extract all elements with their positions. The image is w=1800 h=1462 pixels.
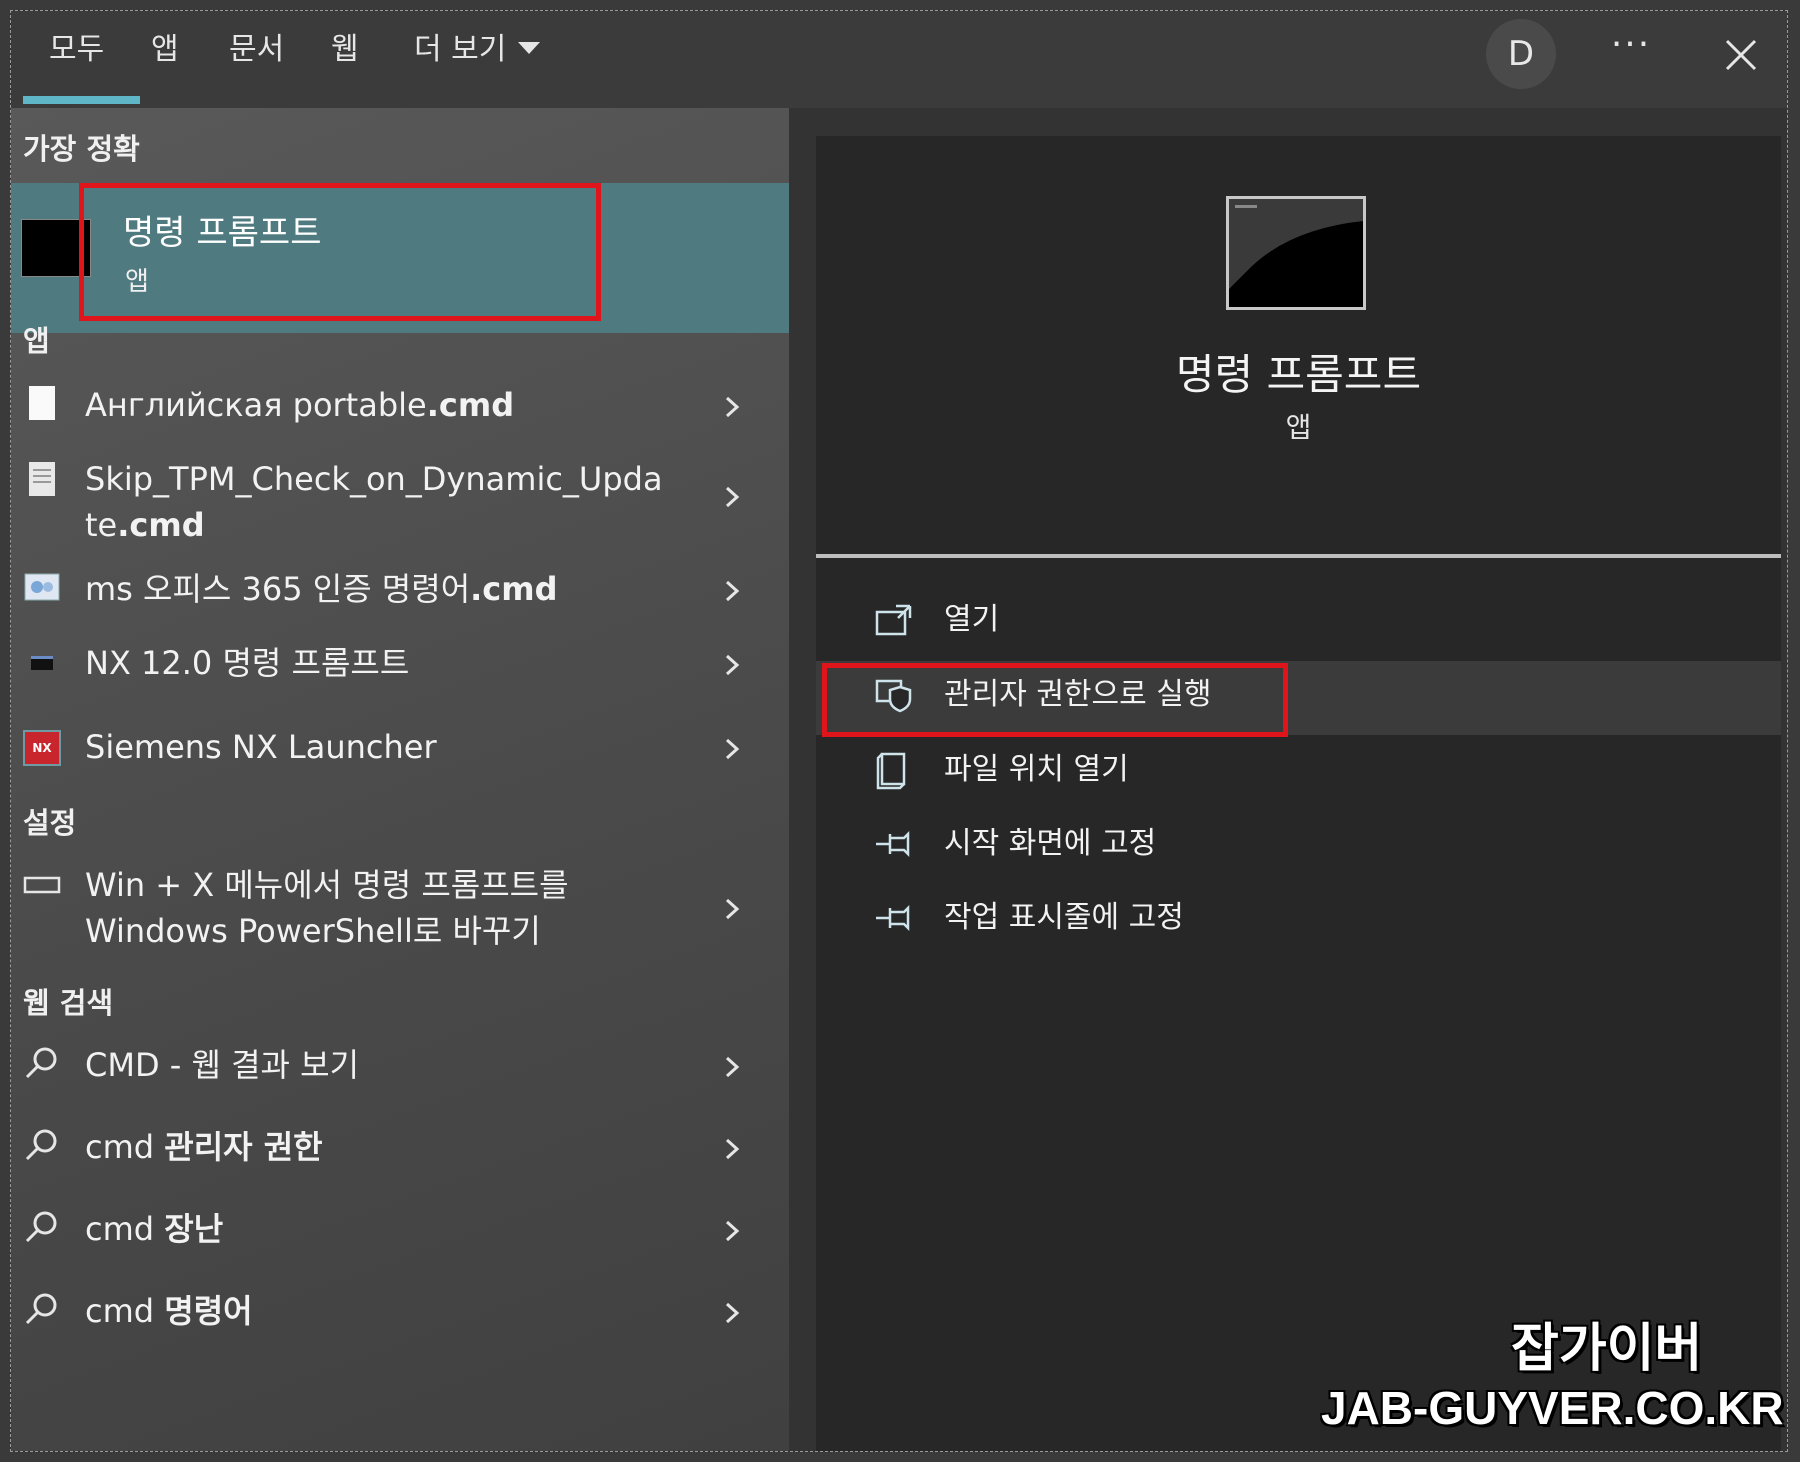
app-detail-panel: 명령 프롬프트 앱 열기 관리자 권한으로 실행 파일 위치 열기 시작 화면에… <box>816 136 1781 1451</box>
search-window: 모두 앱 문서 웹 더 보기 D ··· 가장 정확 명령 프롬프트 앱 앱 А… <box>10 10 1788 1452</box>
tab-more-label: 더 보기 <box>414 32 507 67</box>
results-panel: 가장 정확 명령 프롬프트 앱 앱 Английская portable.cm… <box>11 108 789 1451</box>
tab-web[interactable]: 웹 <box>331 25 359 75</box>
file-location-icon <box>876 752 906 790</box>
action-label: 파일 위치 열기 <box>944 752 1129 787</box>
section-settings: 설정 <box>23 806 77 840</box>
detail-subtitle: 앱 <box>1285 411 1312 444</box>
chevron-right-icon[interactable] <box>721 1138 743 1160</box>
web-result[interactable]: cmd 명령어 <box>11 1272 789 1352</box>
tab-all[interactable]: 모두 <box>49 25 104 75</box>
list-item[interactable]: Английская portable.cmd <box>11 370 789 444</box>
section-best-match: 가장 정확 <box>23 132 140 166</box>
app-name: ms 오피스 365 인증 명령어 <box>85 570 471 608</box>
tab-documents[interactable]: 문서 <box>229 25 284 75</box>
web-query: cmd <box>85 1128 165 1166</box>
chevron-right-icon[interactable] <box>721 898 743 920</box>
chevron-right-icon[interactable] <box>721 580 743 602</box>
active-tab-indicator <box>23 96 140 104</box>
web-query: cmd <box>85 1292 165 1330</box>
caret-down-icon <box>518 41 541 54</box>
section-web-search: 웹 검색 <box>23 986 114 1020</box>
console-icon <box>31 656 53 670</box>
more-options-button[interactable]: ··· <box>1601 25 1661 75</box>
search-icon <box>25 1211 57 1243</box>
cmd-app-large-icon <box>1226 196 1366 310</box>
pin-icon <box>876 904 910 932</box>
web-suggestion: 장난 <box>164 1210 224 1248</box>
app-name: NX 12.0 명령 프롬프트 <box>85 644 410 682</box>
app-name-line2: te <box>85 506 118 544</box>
list-item[interactable]: Skip_TPM_Check_on_Dynamic_Upda te.cmd <box>11 446 789 550</box>
nx-launcher-icon: NX <box>23 730 61 766</box>
script-file-icon <box>29 462 55 496</box>
search-icon <box>25 1129 57 1161</box>
open-action[interactable]: 열기 <box>816 586 1781 654</box>
web-result[interactable]: cmd 관리자 권한 <box>11 1108 789 1188</box>
chevron-right-icon[interactable] <box>721 1220 743 1242</box>
chevron-right-icon[interactable] <box>721 486 743 508</box>
chevron-right-icon[interactable] <box>721 1302 743 1324</box>
open-file-location-action[interactable]: 파일 위치 열기 <box>816 736 1781 804</box>
search-icon <box>25 1047 57 1079</box>
tab-apps[interactable]: 앱 <box>151 25 179 75</box>
app-name-line1: Skip_TPM_Check_on_Dynamic_Upda <box>85 460 663 498</box>
app-name: Английская portable <box>85 386 427 424</box>
web-suggestion: 관리자 권한 <box>164 1128 323 1166</box>
list-item[interactable]: ms 오피스 365 인증 명령어.cmd <box>11 554 789 628</box>
web-query: cmd <box>85 1210 165 1248</box>
close-button[interactable] <box>1711 25 1771 85</box>
settings-item[interactable]: Win + X 메뉴에서 명령 프롬프트를 Windows PowerShell… <box>11 854 789 972</box>
app-name: Siemens NX Launcher <box>85 728 437 766</box>
list-item[interactable]: NX Siemens NX Launcher <box>11 712 789 786</box>
pin-to-taskbar-action[interactable]: 작업 표시줄에 고정 <box>816 884 1781 952</box>
pin-icon <box>876 830 910 858</box>
web-suffix: - 웹 결과 보기 <box>159 1046 360 1084</box>
web-result[interactable]: CMD - 웹 결과 보기 <box>11 1026 789 1106</box>
detail-title: 명령 프롬프트 <box>1175 350 1422 399</box>
close-icon <box>1725 39 1757 71</box>
action-label: 열기 <box>944 602 1000 637</box>
divider <box>816 554 1781 558</box>
app-ext: .cmd <box>470 570 558 608</box>
web-suggestion: 명령어 <box>164 1292 253 1330</box>
list-item[interactable]: NX 12.0 명령 프롬프트 <box>11 628 789 702</box>
app-ext: .cmd <box>426 386 515 424</box>
pin-to-start-action[interactable]: 시작 화면에 고정 <box>816 810 1781 878</box>
filter-tab-bar: 모두 앱 문서 웹 더 보기 D ··· <box>11 11 1787 108</box>
app-ext: .cmd <box>117 506 205 544</box>
chevron-right-icon[interactable] <box>721 396 743 418</box>
watermark-url: JAB-GUYVER.CO.KR <box>1321 1382 1784 1434</box>
settings-line1: Win + X 메뉴에서 명령 프롬프트를 <box>85 866 569 904</box>
highlight-box <box>822 663 1288 737</box>
highlight-box <box>79 183 601 321</box>
search-icon <box>25 1293 57 1325</box>
watermark-korean: 잡가이버 <box>1511 1319 1703 1379</box>
chevron-right-icon[interactable] <box>721 738 743 760</box>
tab-more[interactable]: 더 보기 <box>414 25 541 75</box>
action-label: 시작 화면에 고정 <box>944 826 1157 861</box>
action-label: 작업 표시줄에 고정 <box>944 900 1184 935</box>
avatar[interactable]: D <box>1486 19 1556 89</box>
section-apps: 앱 <box>23 324 50 358</box>
open-icon <box>875 604 912 636</box>
chevron-right-icon[interactable] <box>721 654 743 676</box>
file-icon <box>29 386 55 420</box>
web-query: CMD <box>85 1046 160 1084</box>
batch-file-icon <box>24 573 60 601</box>
monitor-icon <box>23 876 61 894</box>
settings-line2: Windows PowerShell로 바꾸기 <box>85 912 541 950</box>
chevron-right-icon[interactable] <box>721 1056 743 1078</box>
web-result[interactable]: cmd 장난 <box>11 1190 789 1270</box>
